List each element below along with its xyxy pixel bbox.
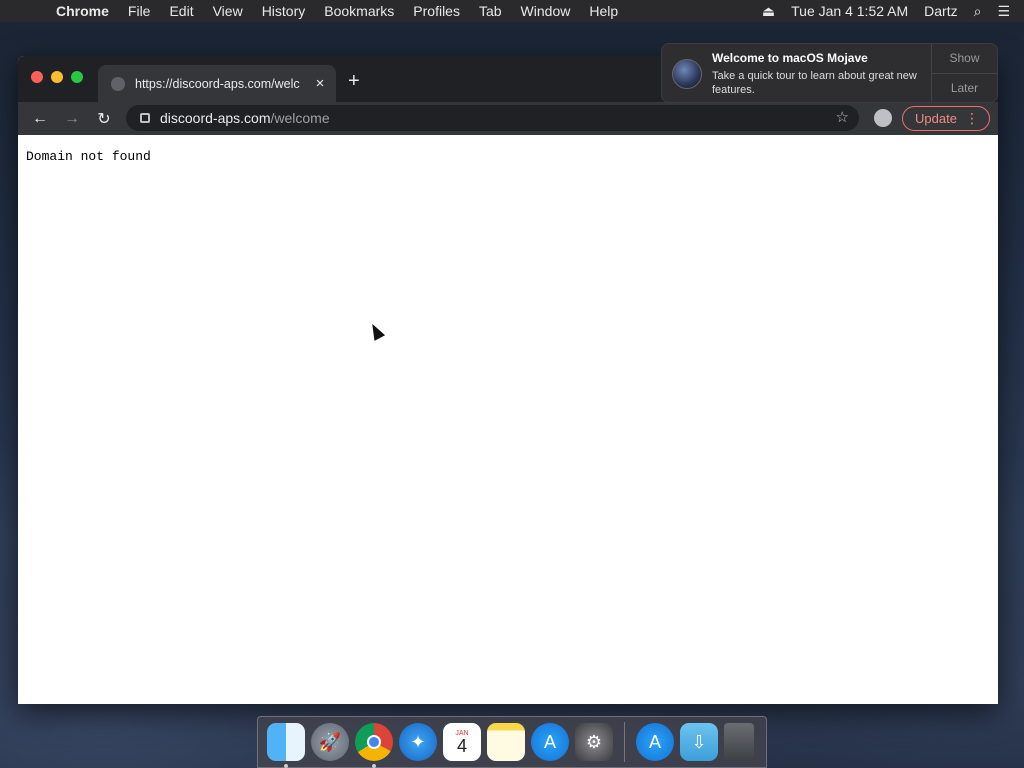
downloads-folder-icon[interactable]: ⇩ bbox=[680, 723, 718, 761]
eject-icon[interactable]: ⏏ bbox=[762, 3, 775, 20]
notification-text: Welcome to macOS Mojave Take a quick tou… bbox=[712, 44, 931, 102]
window-controls bbox=[31, 71, 91, 83]
mouse-cursor-icon bbox=[366, 321, 386, 341]
close-window-button[interactable] bbox=[31, 71, 43, 83]
menu-view[interactable]: View bbox=[213, 3, 243, 19]
tab-active[interactable]: https://discoord-aps.com/welc × bbox=[98, 65, 336, 102]
new-tab-button[interactable]: + bbox=[348, 70, 360, 93]
system-preferences-icon[interactable]: ⚙ bbox=[575, 723, 613, 761]
menu-file[interactable]: File bbox=[128, 3, 151, 19]
dock-separator bbox=[624, 722, 625, 762]
later-button[interactable]: Later bbox=[932, 72, 997, 103]
search-icon[interactable]: ⌕ bbox=[974, 3, 982, 20]
finder-icon[interactable] bbox=[267, 723, 305, 768]
page-message: Domain not found bbox=[26, 149, 151, 164]
minimize-window-button[interactable] bbox=[51, 71, 63, 83]
calendar-day: 4 bbox=[456, 735, 467, 756]
url-path: /welcome bbox=[270, 110, 330, 126]
reload-icon[interactable]: ↻ bbox=[88, 109, 120, 129]
lock-icon[interactable] bbox=[140, 113, 150, 123]
menu-clock[interactable]: Tue Jan 4 1:52 AM bbox=[791, 3, 908, 19]
app-store-icon[interactable]: A bbox=[531, 723, 569, 761]
dock: 🚀 ✦ JAN 4 A ⚙ A ⇩ bbox=[257, 716, 767, 768]
menu-history[interactable]: History bbox=[262, 3, 306, 19]
trash-icon[interactable] bbox=[724, 723, 754, 761]
launchpad-icon[interactable]: 🚀 bbox=[311, 723, 349, 761]
bookmark-star-icon[interactable]: ☆ bbox=[836, 108, 849, 126]
notification-title: Welcome to macOS Mojave bbox=[712, 51, 868, 65]
safari-icon[interactable]: ✦ bbox=[399, 723, 437, 761]
notes-icon[interactable] bbox=[487, 723, 525, 761]
menu-bookmarks[interactable]: Bookmarks bbox=[324, 3, 394, 19]
back-icon[interactable]: ← bbox=[24, 110, 56, 128]
menu-window[interactable]: Window bbox=[521, 3, 571, 19]
menu-help[interactable]: Help bbox=[589, 3, 618, 19]
tab-title: https://discoord-aps.com/welc bbox=[135, 76, 300, 91]
forward-icon[interactable]: → bbox=[56, 110, 88, 128]
globe-icon bbox=[111, 76, 125, 91]
notification-actions: Show Later bbox=[931, 44, 997, 102]
running-indicator bbox=[284, 764, 288, 768]
menu-app-name[interactable]: Chrome bbox=[56, 3, 109, 19]
menu-profiles[interactable]: Profiles bbox=[413, 3, 460, 19]
browser-window: https://discoord-aps.com/welc × + ← → ↻ … bbox=[18, 56, 998, 704]
notification-body: Take a quick tour to learn about great n… bbox=[712, 70, 917, 96]
update-label: Update bbox=[915, 111, 957, 126]
close-tab-icon[interactable]: × bbox=[308, 75, 332, 92]
menu-edit[interactable]: Edit bbox=[169, 3, 193, 19]
url-host: discoord-aps.com bbox=[160, 110, 271, 126]
menu-dots-icon[interactable]: ⋮ bbox=[965, 110, 979, 127]
browser-toolbar: ← → ↻ discoord-aps.com/welcome ☆ Update … bbox=[18, 102, 998, 135]
mojave-icon bbox=[672, 59, 702, 89]
calendar-icon[interactable]: JAN 4 bbox=[443, 723, 481, 761]
address-bar[interactable]: discoord-aps.com/welcome ☆ bbox=[126, 105, 859, 131]
chrome-icon[interactable] bbox=[355, 723, 393, 768]
menu-tab[interactable]: Tab bbox=[479, 3, 502, 19]
menu-bar: Chrome File Edit View History Bookmarks … bbox=[0, 0, 1024, 22]
list-icon[interactable]: ☰ bbox=[997, 3, 1010, 20]
menu-user[interactable]: Dartz bbox=[924, 3, 957, 19]
show-button[interactable]: Show bbox=[932, 44, 997, 73]
update-button[interactable]: Update ⋮ bbox=[902, 106, 990, 131]
zoom-window-button[interactable] bbox=[71, 71, 83, 83]
page-content: Domain not found bbox=[18, 135, 998, 704]
running-indicator bbox=[372, 764, 376, 768]
notification-banner[interactable]: Welcome to macOS Mojave Take a quick tou… bbox=[661, 43, 998, 103]
app-store-download-icon[interactable]: A bbox=[636, 723, 674, 761]
profile-icon[interactable] bbox=[874, 109, 892, 127]
menu-extras: ⏏ Tue Jan 4 1:52 AM Dartz ⌕ ☰ bbox=[746, 0, 1010, 22]
